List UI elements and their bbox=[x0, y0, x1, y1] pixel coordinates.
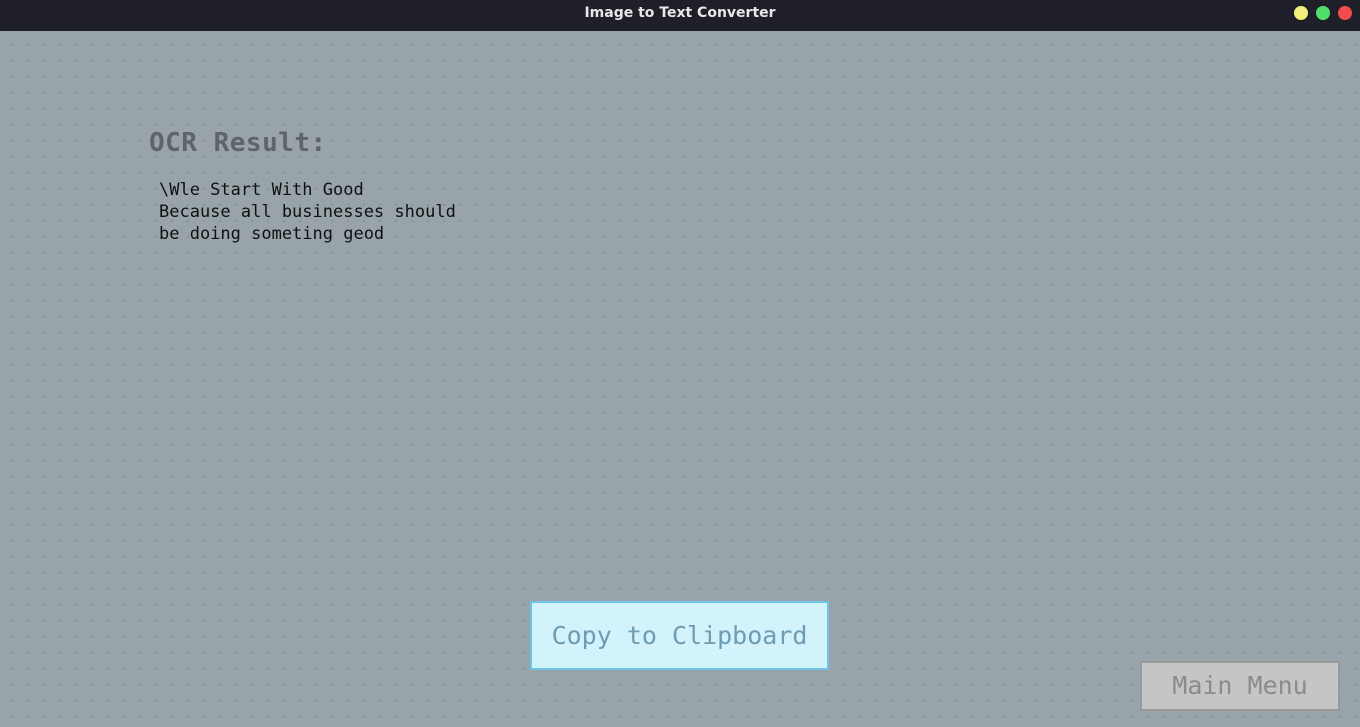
ocr-result-line: be doing someting geod bbox=[159, 224, 385, 244]
ocr-result-text: \Wle Start With Good Because all busines… bbox=[159, 179, 456, 245]
ocr-result-heading: OCR Result: bbox=[149, 128, 327, 158]
close-icon[interactable] bbox=[1338, 6, 1352, 20]
ocr-result-line: Because all businesses should bbox=[159, 202, 456, 222]
copy-to-clipboard-button[interactable]: Copy to Clipboard bbox=[530, 601, 829, 670]
ocr-result-line: \Wle Start With Good bbox=[159, 180, 364, 200]
window-titlebar: Image to Text Converter bbox=[0, 0, 1360, 31]
maximize-icon[interactable] bbox=[1316, 6, 1330, 20]
minimize-icon[interactable] bbox=[1294, 6, 1308, 20]
main-canvas: OCR Result: \Wle Start With Good Because… bbox=[0, 31, 1360, 727]
main-menu-button[interactable]: Main Menu bbox=[1140, 661, 1340, 711]
window-title: Image to Text Converter bbox=[584, 5, 776, 21]
